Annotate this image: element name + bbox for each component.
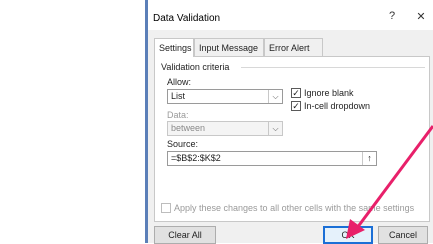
tab-settings[interactable]: Settings	[154, 38, 194, 57]
annotation-arrow	[346, 125, 433, 239]
